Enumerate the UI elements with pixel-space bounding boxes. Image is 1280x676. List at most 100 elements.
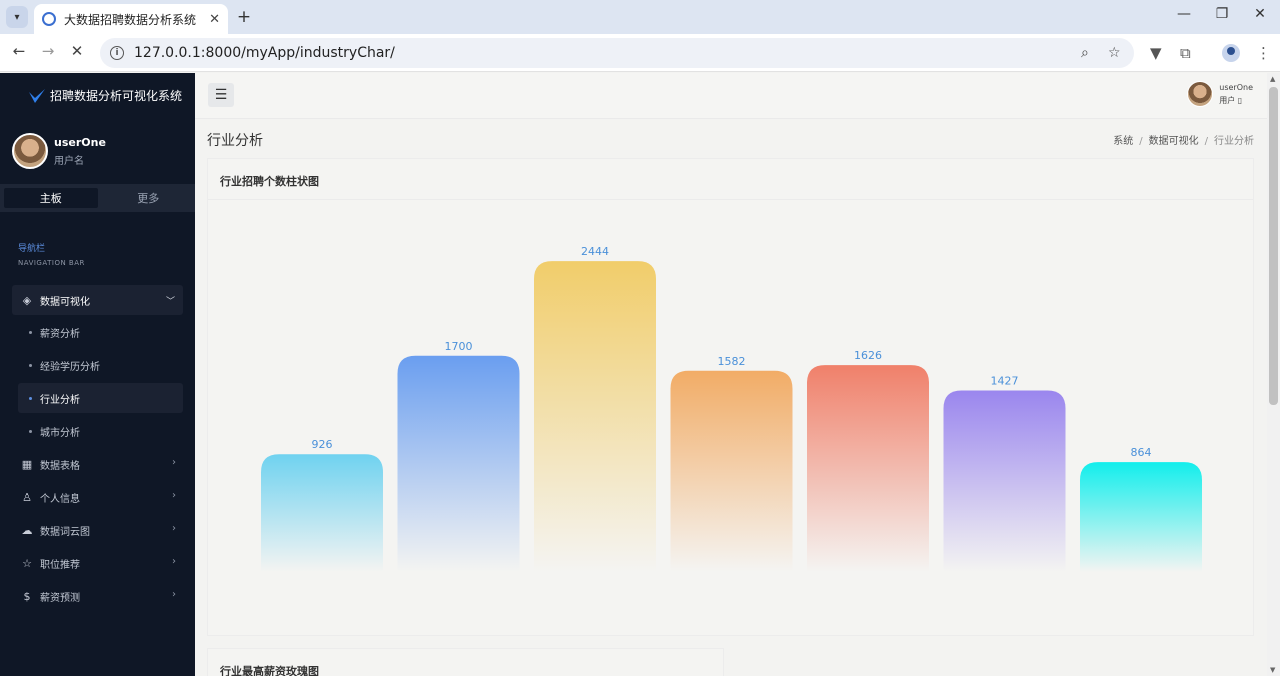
bar-1[interactable]: [397, 355, 520, 572]
user-icon: ♙: [22, 490, 32, 504]
nav-header-cn: 导航栏: [18, 244, 46, 254]
url-text: 127.0.0.1:8000/myApp/industryChar/: [134, 45, 395, 61]
sidebar-user: userOne 用户名: [12, 133, 106, 169]
browser-tab[interactable]: 大数据招聘数据分析系统 ✕: [34, 4, 228, 34]
bar-label-1: 1700: [445, 340, 473, 353]
bar-label-0: 926: [312, 438, 333, 451]
tab-more[interactable]: 更多: [102, 184, 196, 212]
extensions-puzzle-icon[interactable]: ⧉: [1180, 44, 1191, 62]
bar-label-2: 2444: [581, 245, 609, 258]
new-tab-button[interactable]: +: [234, 7, 254, 27]
star-icon: ☆: [22, 556, 32, 570]
browser-tab-bar: ▾ 大数据招聘数据分析系统 ✕ + — ❐ ✕: [0, 0, 1280, 34]
bar-label-3: 1582: [718, 355, 746, 368]
dollar-icon: $: [23, 589, 31, 603]
sidebar-item-salary-predict[interactable]: $ 薪资预测 ›: [20, 581, 180, 611]
scrollbar-thumb[interactable]: [1269, 87, 1278, 405]
sidebar: 招聘数据分析可视化系统 userOne 用户名 主板 更多 导航栏 NAVIGA…: [0, 73, 195, 676]
profile-icon[interactable]: [1222, 44, 1240, 62]
sidebar-user-role: 用户名: [54, 155, 84, 167]
chevron-right-icon: ›: [172, 490, 176, 501]
sidebar-group-data-visualization[interactable]: ◈ 数据可视化 ﹀: [12, 285, 183, 315]
page-scrollbar[interactable]: ▲ ▼: [1267, 73, 1280, 676]
bookmark-star-icon[interactable]: ☆: [1108, 45, 1121, 61]
extension-v-icon[interactable]: ▼: [1150, 44, 1162, 62]
brand[interactable]: 招聘数据分析可视化系统: [28, 87, 182, 104]
sidebar-item-job-recommend[interactable]: ☆ 职位推荐 ›: [20, 548, 180, 578]
table-icon: ▦: [21, 457, 33, 471]
favicon-icon: [42, 12, 56, 26]
chevron-right-icon: ›: [172, 589, 176, 600]
main-content: ☰ userOne 用户 ▯ 行业分析 系统 / 数据可视化 / 行业分析 行业招聘个数…: [195, 73, 1267, 676]
avatar: [12, 133, 48, 169]
zoom-icon[interactable]: ⌕: [1081, 45, 1089, 61]
back-icon[interactable]: ←: [8, 42, 30, 60]
chevron-down-icon: ﹀: [165, 297, 175, 307]
sidebar-tabs: 主板 更多: [0, 184, 195, 212]
sidebar-item-label: 个人信息: [40, 493, 80, 505]
scroll-down-icon[interactable]: ▼: [1270, 666, 1275, 674]
scroll-up-icon[interactable]: ▲: [1270, 75, 1275, 83]
card-title: 行业招聘个数柱状图: [220, 175, 319, 188]
cloud-icon: ☁: [21, 523, 33, 537]
breadcrumb-data-visualization[interactable]: 数据可视化: [1149, 136, 1199, 147]
tab-list-button[interactable]: ▾: [6, 6, 28, 28]
header-user-role: 用户 ▯: [1219, 96, 1243, 105]
header-user[interactable]: userOne 用户 ▯: [1187, 81, 1253, 107]
address-bar[interactable]: i 127.0.0.1:8000/myApp/industryChar/: [100, 38, 1134, 68]
page-title: 行业分析: [207, 133, 263, 149]
sidebar-item-label: 数据词云图: [40, 526, 90, 538]
tab-title: 大数据招聘数据分析系统: [64, 12, 197, 27]
layers-icon: ◈: [22, 293, 32, 307]
sidebar-item-personal-info[interactable]: ♙ 个人信息 ›: [20, 482, 180, 512]
navigation-header: 导航栏 NAVIGATION BAR: [18, 241, 85, 267]
minimize-icon[interactable]: —: [1174, 6, 1194, 22]
brand-logo-icon: [29, 88, 45, 103]
nav-header-en: NAVIGATION BAR: [18, 259, 85, 267]
sidebar-subitem-experience[interactable]: 经验学历分析: [18, 350, 183, 380]
sidebar-item-label: 数据表格: [40, 460, 80, 472]
industry-bar-chart-card: 行业招聘个数柱状图 926 1700 2444 1582 1626 1427 864: [207, 158, 1254, 636]
stop-loading-icon[interactable]: ✕: [66, 42, 88, 60]
restore-icon[interactable]: ❐: [1212, 6, 1232, 22]
top-header: ☰ userOne 用户 ▯: [195, 73, 1267, 119]
sidebar-item-word-cloud[interactable]: ☁ 数据词云图 ›: [20, 515, 180, 545]
breadcrumb-current: 行业分析: [1214, 136, 1254, 147]
bar-6[interactable]: [1080, 462, 1202, 572]
tab-main-board[interactable]: 主板: [4, 188, 98, 208]
header-user-name: userOne: [1219, 83, 1253, 92]
bar-label-5: 1427: [991, 374, 1019, 387]
header-avatar: [1187, 81, 1214, 107]
forward-icon[interactable]: →: [37, 42, 59, 60]
breadcrumb: 系统 / 数据可视化 / 行业分析: [1113, 136, 1254, 147]
window-close-icon[interactable]: ✕: [1250, 6, 1270, 22]
chevron-right-icon: ›: [172, 457, 176, 468]
menu-dots-icon[interactable]: ⋮: [1256, 44, 1271, 62]
bar-4[interactable]: [807, 365, 929, 572]
breadcrumb-system[interactable]: 系统: [1113, 136, 1133, 147]
site-info-icon[interactable]: i: [110, 46, 124, 60]
sidebar-item-label: 薪资预测: [40, 592, 80, 604]
sidebar-subitem-salary[interactable]: 薪资分析: [18, 317, 183, 347]
bar-0[interactable]: [261, 454, 383, 572]
industry-salary-rose-card: 行业最高薪资玫瑰图: [207, 648, 724, 676]
close-icon[interactable]: ✕: [209, 12, 220, 27]
sidebar-user-name: userOne: [54, 135, 106, 149]
sidebar-item-label: 职位推荐: [40, 559, 80, 571]
bar-5[interactable]: [943, 390, 1066, 572]
sidebar-group-label: 数据可视化: [40, 296, 90, 308]
bar-label-4: 1626: [854, 349, 882, 362]
sidebar-subitem-industry[interactable]: 行业分析: [18, 383, 183, 413]
bar-3[interactable]: [670, 370, 793, 572]
sidebar-subitem-city[interactable]: 城市分析: [18, 416, 183, 446]
hamburger-menu-icon[interactable]: ☰: [208, 83, 234, 107]
bar-2[interactable]: [534, 261, 656, 572]
browser-toolbar: ← → ✕ i 127.0.0.1:8000/myApp/industryCha…: [0, 34, 1280, 72]
bar-label-6: 864: [1131, 446, 1152, 459]
card-title: 行业最高薪资玫瑰图: [220, 665, 319, 676]
sidebar-item-data-table[interactable]: ▦ 数据表格 ›: [20, 449, 180, 479]
chevron-right-icon: ›: [172, 556, 176, 567]
brand-title: 招聘数据分析可视化系统: [50, 89, 183, 103]
chevron-right-icon: ›: [172, 523, 176, 534]
industry-bar-chart: 926 1700 2444 1582 1626 1427 864: [261, 245, 1202, 572]
